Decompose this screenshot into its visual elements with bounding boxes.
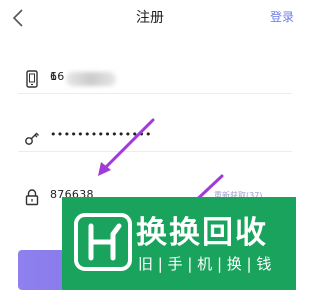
watermark-subtitle: 旧 | 手 | 机 | 换 | 钱 [138,255,272,273]
phone-suffix: 6 [50,70,58,83]
page-title: 注册 [136,10,164,26]
phone-redaction [66,72,116,86]
h-logo-icon [74,213,132,271]
divider [18,93,292,94]
lock-icon [25,189,39,206]
divider [18,151,292,152]
watermark-overlay: 换换回收 旧 | 手 | 机 | 换 | 钱 [62,197,296,290]
phone-icon [26,70,38,88]
watermark-title: 换换回收 [136,215,268,251]
key-icon [25,132,39,145]
password-masked: ••••••••••••••• [50,128,152,141]
arrow-head-upper [98,162,111,176]
navbar: 注册 登录 [0,0,300,36]
login-link[interactable]: 登录 [270,8,294,25]
phone-field[interactable]: 16 6 [0,64,300,94]
password-field[interactable]: ••••••••••••••• [0,122,300,152]
